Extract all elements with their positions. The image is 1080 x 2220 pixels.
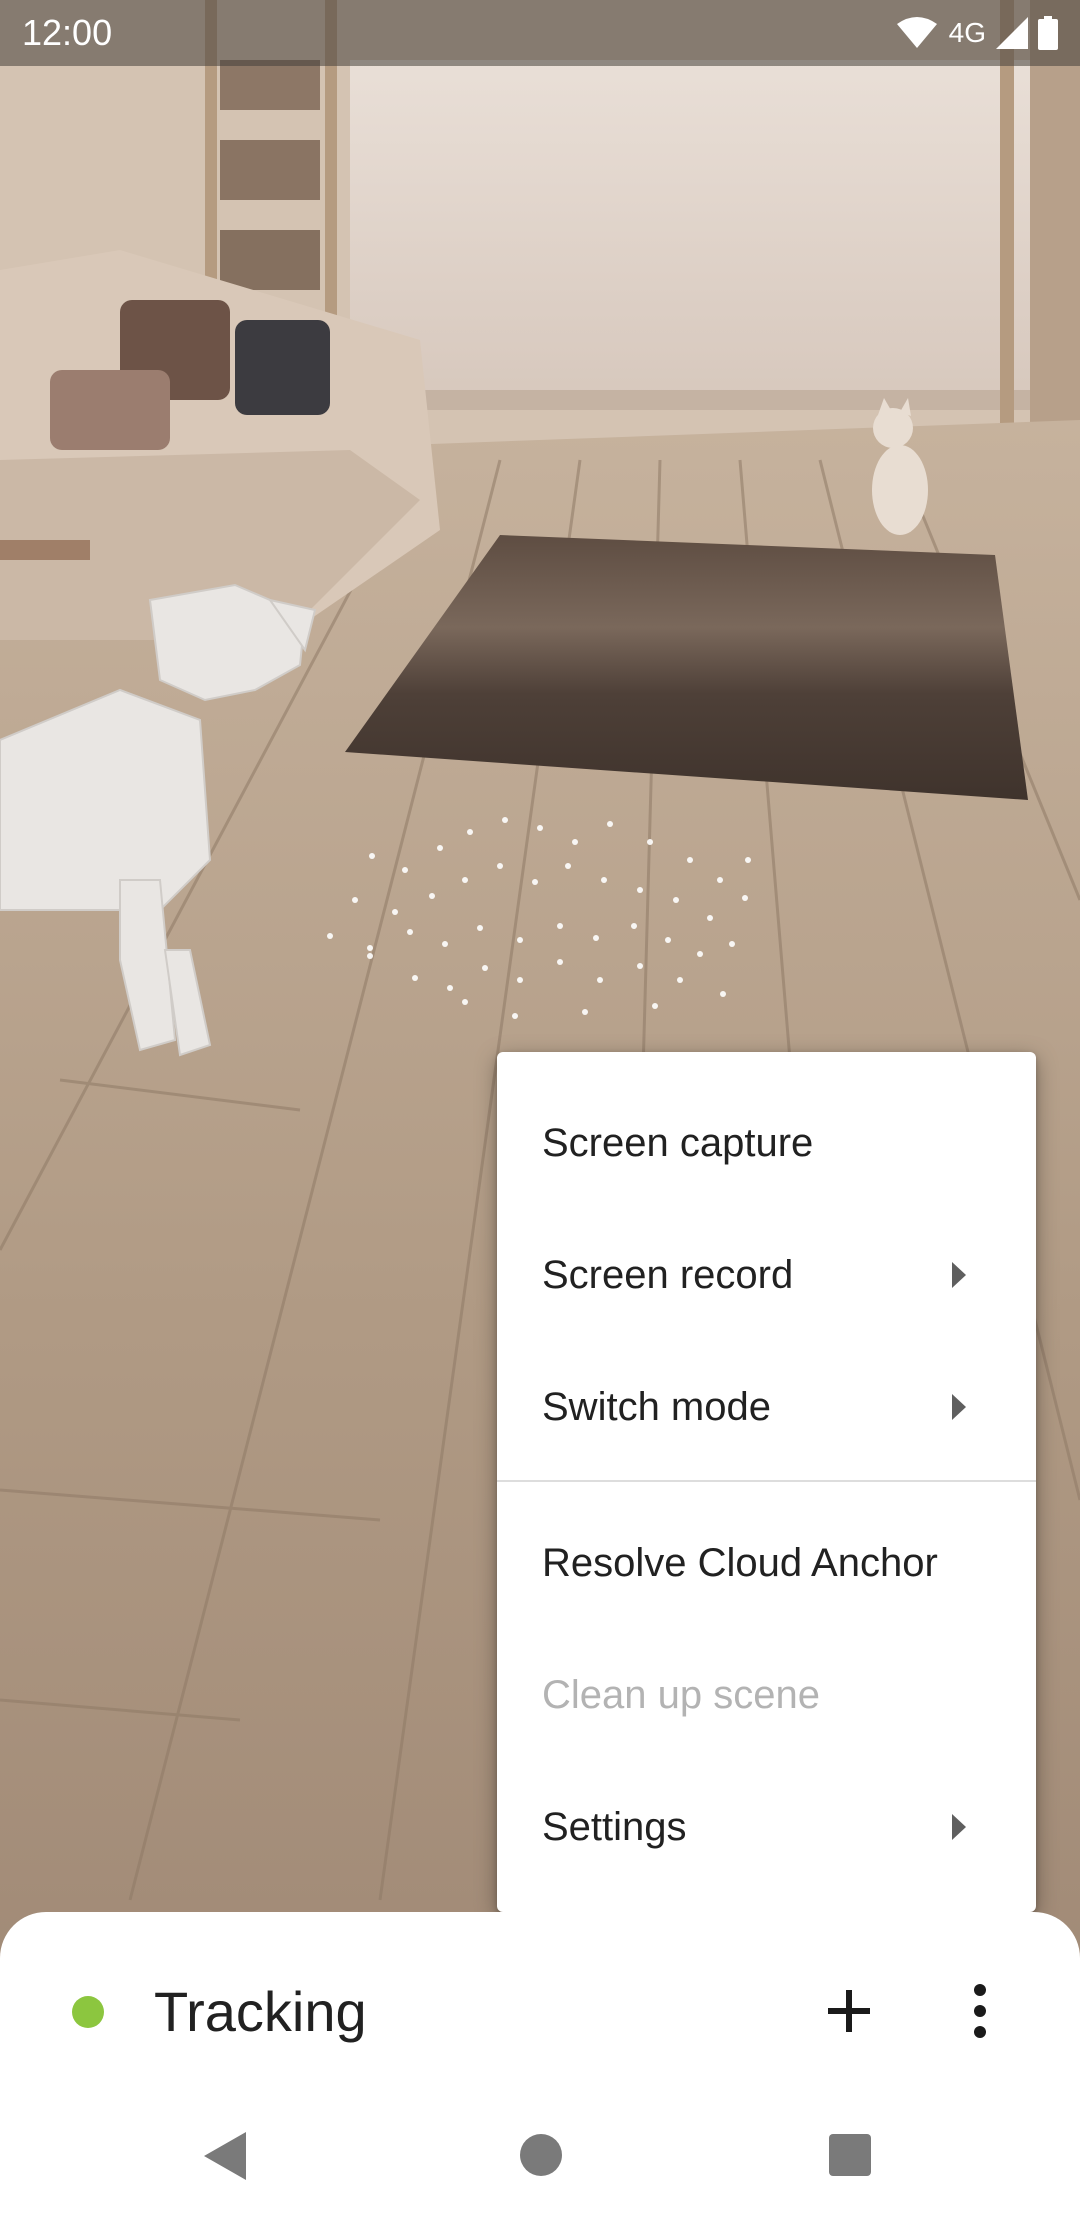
menu-item-settings[interactable]: Settings bbox=[497, 1761, 1036, 1893]
ar-app-screen: 12:00 4G Screen capture Screen record Sw… bbox=[0, 0, 1080, 2220]
plus-icon bbox=[828, 1990, 870, 2032]
menu-divider bbox=[497, 1480, 1036, 1482]
tracking-status-dot bbox=[72, 1996, 104, 2028]
menu-item-label: Clean up scene bbox=[542, 1672, 820, 1717]
network-type-label: 4G bbox=[948, 17, 986, 48]
menu-item-screen-capture[interactable]: Screen capture bbox=[497, 1077, 1036, 1209]
menu-item-resolve-cloud-anchor[interactable]: Resolve Cloud Anchor bbox=[497, 1497, 1036, 1629]
nav-home-button[interactable] bbox=[520, 2134, 562, 2176]
more-vert-icon bbox=[974, 1984, 986, 2038]
status-bar: 12:00 4G bbox=[0, 0, 1080, 66]
menu-item-label: Screen capture bbox=[542, 1120, 814, 1165]
status-icons: 4G bbox=[895, 12, 1058, 54]
add-button[interactable] bbox=[818, 1972, 880, 2050]
more-options-button[interactable] bbox=[955, 1972, 1005, 2050]
menu-item-screen-record[interactable]: Screen record bbox=[497, 1209, 1036, 1341]
status-time: 12:00 bbox=[22, 12, 113, 53]
cell-signal-icon bbox=[996, 17, 1028, 49]
submenu-arrow-icon bbox=[952, 1262, 966, 1288]
menu-item-clean-up-scene: Clean up scene bbox=[497, 1629, 1036, 1761]
submenu-arrow-icon bbox=[952, 1814, 966, 1840]
battery-icon bbox=[1038, 16, 1058, 50]
nav-recents-button[interactable] bbox=[829, 2134, 871, 2176]
submenu-arrow-icon bbox=[952, 1394, 966, 1420]
menu-item-label: Switch mode bbox=[542, 1384, 771, 1429]
menu-item-label: Screen record bbox=[542, 1252, 794, 1297]
tracking-status-label: Tracking bbox=[154, 1980, 367, 2043]
wifi-icon bbox=[896, 17, 937, 48]
menu-item-switch-mode[interactable]: Switch mode bbox=[497, 1341, 1036, 1473]
menu-item-label: Resolve Cloud Anchor bbox=[542, 1540, 938, 1585]
nav-back-button[interactable] bbox=[204, 2132, 248, 2180]
menu-item-label: Settings bbox=[542, 1804, 687, 1849]
back-icon bbox=[204, 2132, 246, 2180]
overflow-menu: Screen capture Screen record Switch mode… bbox=[497, 1052, 1036, 1912]
